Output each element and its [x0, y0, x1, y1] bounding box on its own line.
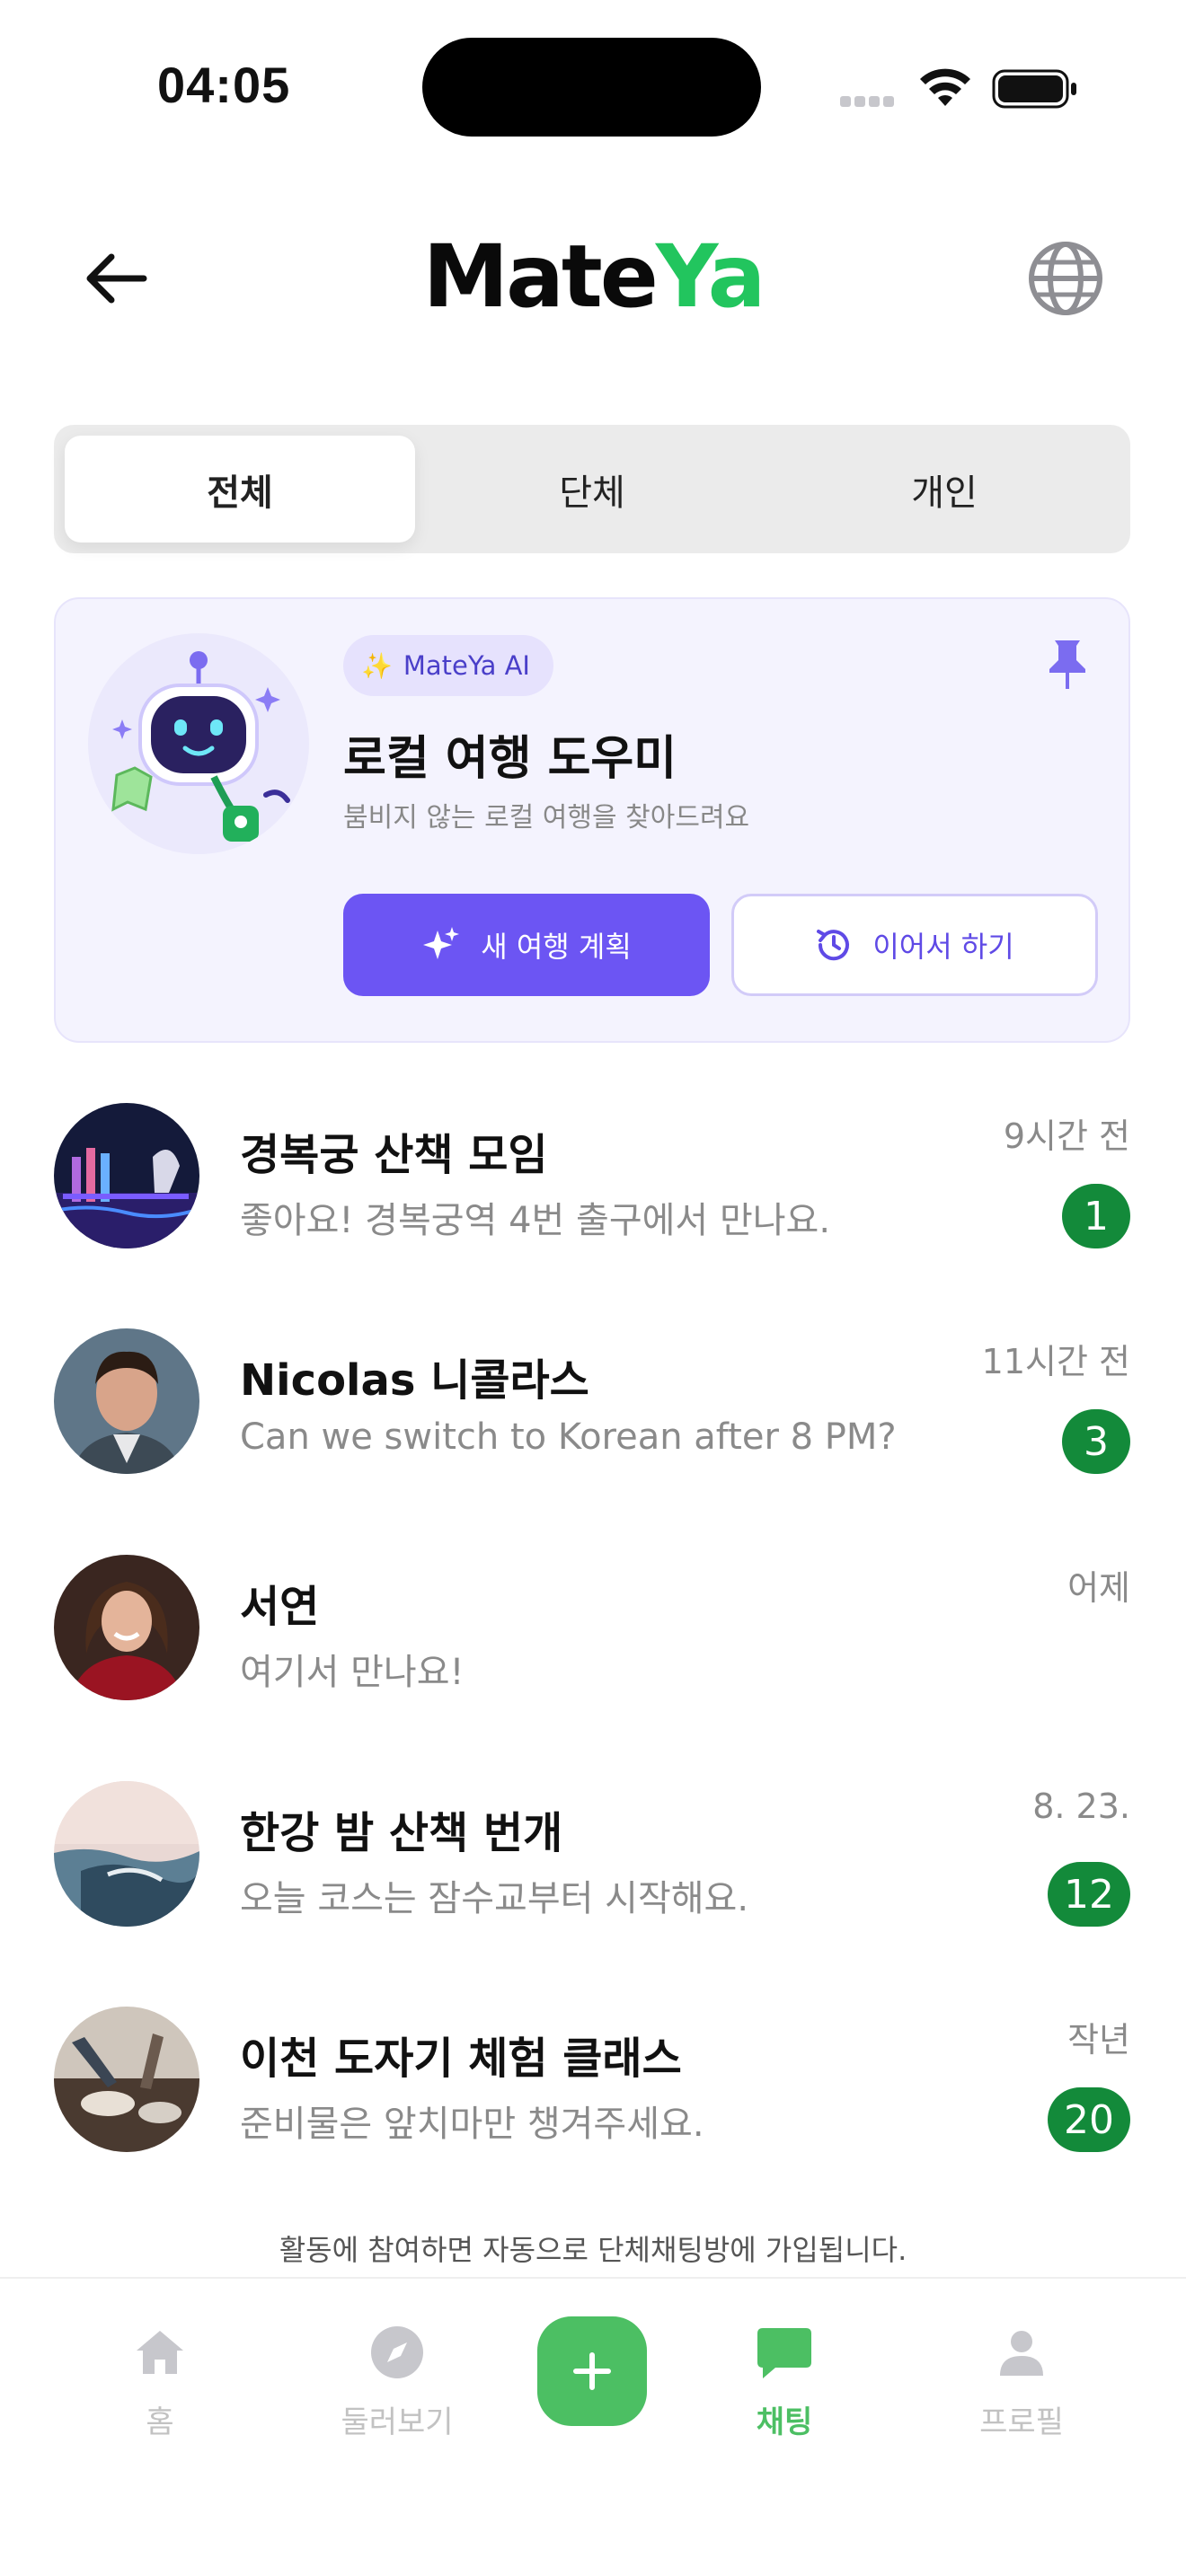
chat-name: Nicolas 니콜라스: [240, 1355, 589, 1406]
ai-assistant-card: ✨ MateYa AI 로컬 여행 도우미 붐비지 않는 로컬 여행을 찾아드려…: [54, 597, 1130, 1043]
ai-card-subtitle: 붐비지 않는 로컬 여행을 찾아드려요: [343, 802, 750, 834]
chat-list-item[interactable]: 경복궁 산책 모임 좋아요! 경복궁역 4번 출구에서 만나요. 9시간 전 1: [0, 1103, 1186, 1283]
nav-explore[interactable]: 둘러보기: [307, 2324, 487, 2441]
status-bar: 04:05: [0, 0, 1186, 171]
unread-badge: 1: [1062, 1184, 1130, 1248]
chat-list-item[interactable]: 한강 밤 산책 번개 오늘 코스는 잠수교부터 시작해요. 8. 23. 12: [0, 1781, 1186, 1961]
chat-timestamp: 작년: [1067, 2020, 1130, 2060]
continue-label: 이어서 하기: [872, 930, 1014, 964]
nav-home-label: 홈: [146, 2404, 174, 2440]
home-icon: [137, 2331, 183, 2374]
status-time: 04:05: [157, 57, 291, 113]
globe-icon[interactable]: [1026, 239, 1105, 318]
new-trip-plan-label: 새 여행 계획: [481, 930, 632, 964]
compass-icon: [371, 2326, 423, 2378]
nav-explore-label: 둘러보기: [341, 2404, 454, 2440]
logo-mate: Mate: [422, 226, 659, 327]
add-button[interactable]: [537, 2316, 647, 2426]
avatar: [54, 1328, 199, 1474]
chat-name: 이천 도자기 체험 클래스: [240, 2033, 682, 2084]
chat-filter-tabs: 전체 단체 개인: [54, 425, 1130, 553]
new-trip-plan-button[interactable]: 새 여행 계획: [343, 894, 710, 996]
cellular-signal-icon: [840, 93, 898, 110]
app-logo: MateYa: [0, 226, 1186, 327]
chat-list-item[interactable]: Nicolas 니콜라스 Can we switch to Korean aft…: [0, 1328, 1186, 1508]
avatar: [54, 1103, 199, 1248]
nav-chat[interactable]: 채팅: [695, 2324, 874, 2441]
chat-name: 경복궁 산책 모임: [240, 1130, 548, 1180]
chat-name: 서연: [240, 1582, 320, 1632]
chat-timestamp: 11시간 전: [981, 1342, 1130, 1381]
ai-badge: ✨ MateYa AI: [343, 635, 553, 696]
nav-home[interactable]: 홈: [70, 2324, 250, 2441]
chat-last-message: 좋아요! 경복궁역 4번 출구에서 만나요.: [240, 1200, 831, 1241]
group-chat-info-note: 활동에 참여하면 자동으로 단체채팅방에 가입됩니다.: [279, 2233, 907, 2267]
logo-ya: Ya: [655, 226, 766, 327]
chat-last-message: 오늘 코스는 잠수교부터 시작해요.: [240, 1878, 749, 1919]
chat-timestamp: 9시간 전: [1003, 1116, 1130, 1156]
plus-icon: [573, 2352, 611, 2390]
tab-all[interactable]: 전체: [65, 436, 415, 543]
ai-badge-label: MateYa AI: [403, 650, 530, 681]
unread-badge: 20: [1048, 2087, 1130, 2152]
robot-mascot-icon: [88, 633, 309, 854]
sparkles-icon: [423, 927, 460, 959]
wifi-icon: [920, 68, 970, 106]
chat-last-message: 준비물은 앞치마만 챙겨주세요.: [240, 2104, 704, 2145]
nav-chat-label: 채팅: [756, 2404, 813, 2440]
chat-name: 한강 밤 산책 번개: [240, 1808, 563, 1858]
chat-bubble-icon: [757, 2328, 811, 2378]
sparkle-icon: ✨: [361, 650, 393, 681]
chat-timestamp: 8. 23.: [1032, 1786, 1130, 1826]
person-icon: [1000, 2331, 1043, 2376]
avatar: [54, 1555, 199, 1700]
pin-icon[interactable]: [1044, 637, 1091, 691]
app-header: MateYa: [0, 207, 1186, 341]
avatar: [54, 2007, 199, 2152]
ai-card-title: 로컬 여행 도우미: [343, 732, 677, 786]
continue-button[interactable]: 이어서 하기: [731, 894, 1098, 996]
chat-list-item[interactable]: 서연 여기서 만나요! 어제: [0, 1555, 1186, 1734]
chat-list-item[interactable]: 이천 도자기 체험 클래스 준비물은 앞치마만 챙겨주세요. 작년 20: [0, 2007, 1186, 2186]
nav-profile-label: 프로필: [979, 2404, 1064, 2440]
bottom-navigation: 홈 둘러보기 채팅 프로필: [0, 2277, 1186, 2576]
dynamic-island: [422, 38, 761, 137]
tab-personal[interactable]: 개인: [769, 436, 1120, 543]
tab-group[interactable]: 단체: [417, 436, 767, 543]
chat-timestamp: 어제: [1067, 1568, 1130, 1608]
nav-profile[interactable]: 프로필: [932, 2324, 1111, 2441]
battery-icon: [992, 69, 1076, 109]
history-icon: [817, 930, 850, 961]
avatar: [54, 1781, 199, 1927]
unread-badge: 3: [1062, 1409, 1130, 1474]
unread-badge: 12: [1048, 1862, 1130, 1927]
chat-last-message: Can we switch to Korean after 8 PM?: [240, 1416, 897, 1458]
chat-last-message: 여기서 만나요!: [240, 1652, 465, 1693]
